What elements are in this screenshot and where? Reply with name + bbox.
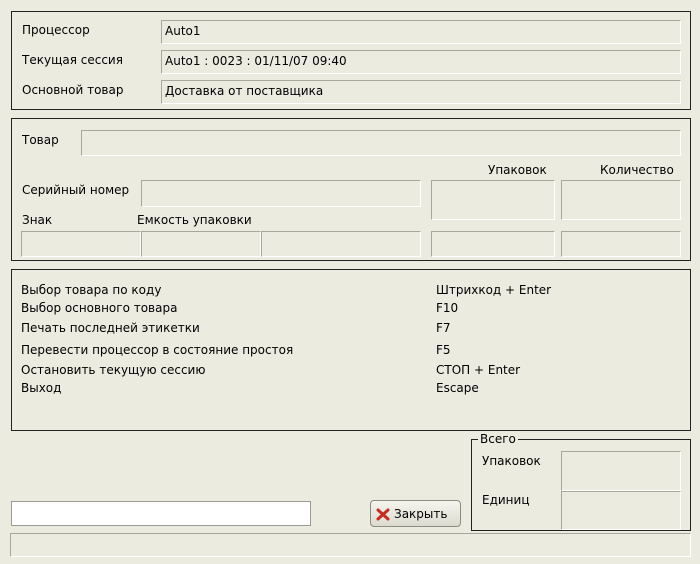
shortcut-key: F10 <box>436 301 459 315</box>
quantity-header: Количество <box>600 163 674 177</box>
totals-group: Всего Упаковок Единиц <box>471 432 691 531</box>
shortcut-key: F5 <box>436 343 451 357</box>
shortcut-key: Штрихкод + Enter <box>436 283 552 297</box>
totals-packs-label: Упаковок <box>482 454 541 468</box>
shortcut-action: Перевести процессор в состояние простоя <box>21 343 294 357</box>
packs-field <box>431 180 555 220</box>
serial-label: Серийный номер <box>22 183 130 197</box>
session-panel: Процессор Auto1 Текущая сессия Auto1 : 0… <box>11 11 691 110</box>
totals-units-label: Единиц <box>482 493 530 507</box>
capacity-field <box>141 231 261 257</box>
sign-field <box>21 231 141 257</box>
main-product-label: Основной товар <box>22 83 124 97</box>
current-session-field: Auto1 : 0023 : 01/11/07 09:40 <box>161 50 681 74</box>
close-icon <box>375 506 391 522</box>
quantity-field <box>561 180 681 220</box>
product-label: Товар <box>22 133 59 147</box>
shortcut-key: F7 <box>436 321 451 335</box>
shortcut-action: Остановить текущую сессию <box>21 363 206 377</box>
item-panel: Товар Упаковок Количество Серийный номер… <box>11 118 691 261</box>
sign-label: Знак <box>22 213 53 227</box>
shortcuts-panel: Выбор товара по коду Штрихкод + Enter Вы… <box>11 269 691 431</box>
processor-label: Процессор <box>22 23 90 37</box>
close-button[interactable]: Закрыть <box>370 500 461 527</box>
shortcut-action: Выбор основного товара <box>21 301 178 315</box>
processor-field: Auto1 <box>161 20 681 44</box>
totals-title: Всего <box>478 432 518 446</box>
quantity-bottom-field <box>561 231 681 257</box>
totals-packs-field <box>561 451 681 491</box>
shortcut-action: Выход <box>21 381 62 395</box>
barcode-input[interactable] <box>11 501 311 526</box>
close-button-label: Закрыть <box>394 506 448 521</box>
main-product-field: Доставка от поставщика <box>161 80 681 104</box>
shortcut-action: Печать последней этикетки <box>21 321 200 335</box>
product-field <box>81 130 681 156</box>
shortcut-key: СТОП + Enter <box>436 363 521 377</box>
shortcut-action: Выбор товара по коду <box>21 283 162 297</box>
capacity-label: Емкость упаковки <box>137 213 252 227</box>
shortcut-key: Escape <box>436 381 479 395</box>
status-bar <box>10 533 691 557</box>
serial-field <box>141 180 421 207</box>
packs-header: Упаковок <box>488 163 547 177</box>
capacity-extra-field <box>261 231 421 257</box>
current-session-label: Текущая сессия <box>22 53 123 67</box>
totals-units-field <box>561 491 681 530</box>
packs-bottom-field <box>431 231 555 257</box>
